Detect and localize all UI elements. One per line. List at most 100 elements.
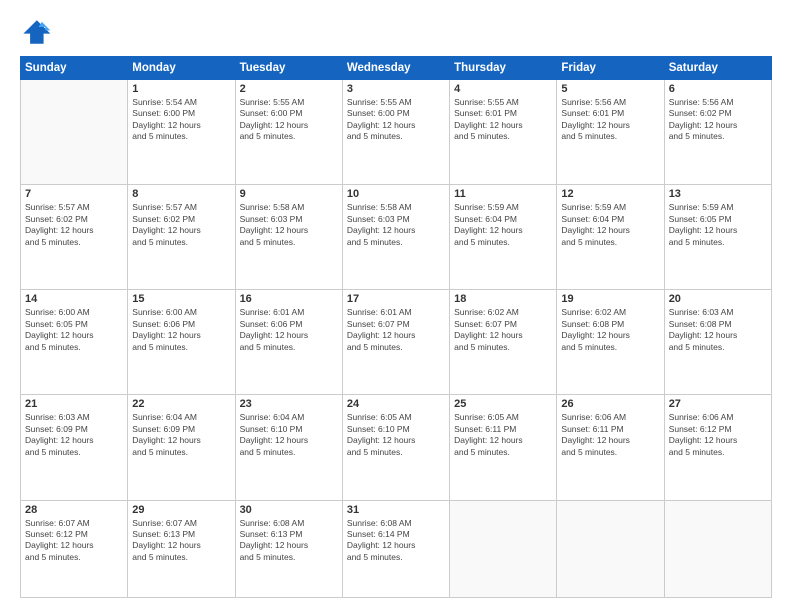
day-number: 2 — [240, 83, 338, 95]
calendar-cell: 19 Sunrise: 6:02 AM Sunset: 6:08 PM Dayli… — [557, 290, 664, 395]
day-info: Sunrise: 6:01 AM Sunset: 6:06 PM Dayligh… — [240, 307, 338, 353]
calendar-cell: 10 Sunrise: 5:58 AM Sunset: 6:03 PM Dayli… — [342, 185, 449, 290]
calendar-cell: 9 Sunrise: 5:58 AM Sunset: 6:03 PM Daylig… — [235, 185, 342, 290]
calendar-cell: 29 Sunrise: 6:07 AM Sunset: 6:13 PM Dayli… — [128, 500, 235, 598]
page: SundayMondayTuesdayWednesdayThursdayFrid… — [0, 0, 792, 612]
calendar-cell: 4 Sunrise: 5:55 AM Sunset: 6:01 PM Daylig… — [450, 80, 557, 185]
day-number: 1 — [132, 83, 230, 95]
weekday-header-friday: Friday — [557, 57, 664, 80]
day-number: 7 — [25, 188, 123, 200]
day-info: Sunrise: 6:03 AM Sunset: 6:09 PM Dayligh… — [25, 412, 123, 458]
day-number: 11 — [454, 188, 552, 200]
day-info: Sunrise: 6:02 AM Sunset: 6:08 PM Dayligh… — [561, 307, 659, 353]
day-info: Sunrise: 5:55 AM Sunset: 6:00 PM Dayligh… — [347, 97, 445, 143]
day-number: 14 — [25, 293, 123, 305]
day-info: Sunrise: 6:07 AM Sunset: 6:12 PM Dayligh… — [25, 518, 123, 564]
calendar-cell: 3 Sunrise: 5:55 AM Sunset: 6:00 PM Daylig… — [342, 80, 449, 185]
calendar-cell: 24 Sunrise: 6:05 AM Sunset: 6:10 PM Dayli… — [342, 395, 449, 500]
weekday-header-wednesday: Wednesday — [342, 57, 449, 80]
day-info: Sunrise: 5:58 AM Sunset: 6:03 PM Dayligh… — [347, 202, 445, 248]
calendar-week-2: 7 Sunrise: 5:57 AM Sunset: 6:02 PM Daylig… — [21, 185, 772, 290]
calendar-cell: 2 Sunrise: 5:55 AM Sunset: 6:00 PM Daylig… — [235, 80, 342, 185]
day-info: Sunrise: 6:07 AM Sunset: 6:13 PM Dayligh… — [132, 518, 230, 564]
day-number: 27 — [669, 398, 767, 410]
day-info: Sunrise: 5:57 AM Sunset: 6:02 PM Dayligh… — [132, 202, 230, 248]
day-info: Sunrise: 5:57 AM Sunset: 6:02 PM Dayligh… — [25, 202, 123, 248]
calendar-cell: 7 Sunrise: 5:57 AM Sunset: 6:02 PM Daylig… — [21, 185, 128, 290]
calendar-cell: 28 Sunrise: 6:07 AM Sunset: 6:12 PM Dayli… — [21, 500, 128, 598]
day-number: 12 — [561, 188, 659, 200]
day-info: Sunrise: 6:06 AM Sunset: 6:12 PM Dayligh… — [669, 412, 767, 458]
calendar-cell: 26 Sunrise: 6:06 AM Sunset: 6:11 PM Dayli… — [557, 395, 664, 500]
calendar-cell — [450, 500, 557, 598]
day-info: Sunrise: 5:55 AM Sunset: 6:01 PM Dayligh… — [454, 97, 552, 143]
calendar-cell: 20 Sunrise: 6:03 AM Sunset: 6:08 PM Dayli… — [664, 290, 771, 395]
calendar-cell: 15 Sunrise: 6:00 AM Sunset: 6:06 PM Dayli… — [128, 290, 235, 395]
day-info: Sunrise: 5:59 AM Sunset: 6:04 PM Dayligh… — [454, 202, 552, 248]
day-number: 8 — [132, 188, 230, 200]
day-number: 19 — [561, 293, 659, 305]
day-number: 26 — [561, 398, 659, 410]
calendar-cell: 18Sunrise: 6:02 AM Sunset: 6:07 PM Dayli… — [450, 290, 557, 395]
day-info: Sunrise: 6:03 AM Sunset: 6:08 PM Dayligh… — [669, 307, 767, 353]
logo-icon — [20, 18, 52, 46]
header — [20, 18, 772, 46]
day-number: 28 — [25, 504, 123, 516]
day-info: Sunrise: 5:58 AM Sunset: 6:03 PM Dayligh… — [240, 202, 338, 248]
day-info: Sunrise: 6:02 AM Sunset: 6:07 PM Dayligh… — [454, 307, 552, 353]
logo — [20, 18, 56, 46]
weekday-header-tuesday: Tuesday — [235, 57, 342, 80]
day-number: 4 — [454, 83, 552, 95]
day-number: 24 — [347, 398, 445, 410]
day-number: 10 — [347, 188, 445, 200]
day-info: Sunrise: 6:05 AM Sunset: 6:10 PM Dayligh… — [347, 412, 445, 458]
day-info: Sunrise: 5:55 AM Sunset: 6:00 PM Dayligh… — [240, 97, 338, 143]
calendar-cell: 25 Sunrise: 6:05 AM Sunset: 6:11 PM Dayli… — [450, 395, 557, 500]
calendar-cell: 1 Sunrise: 5:54 AM Sunset: 6:00 PM Daylig… — [128, 80, 235, 185]
calendar-week-1: 1 Sunrise: 5:54 AM Sunset: 6:00 PM Daylig… — [21, 80, 772, 185]
day-info: Sunrise: 5:56 AM Sunset: 6:01 PM Dayligh… — [561, 97, 659, 143]
day-number: 13 — [669, 188, 767, 200]
calendar-cell: 14 Sunrise: 6:00 AM Sunset: 6:05 PM Dayli… — [21, 290, 128, 395]
day-number: 29 — [132, 504, 230, 516]
day-info: Sunrise: 6:00 AM Sunset: 6:06 PM Dayligh… — [132, 307, 230, 353]
day-info: Sunrise: 5:59 AM Sunset: 6:05 PM Dayligh… — [669, 202, 767, 248]
weekday-header-row: SundayMondayTuesdayWednesdayThursdayFrid… — [21, 57, 772, 80]
calendar-cell: 31 Sunrise: 6:08 AM Sunset: 6:14 PM Dayli… — [342, 500, 449, 598]
calendar-week-5: 28 Sunrise: 6:07 AM Sunset: 6:12 PM Dayli… — [21, 500, 772, 598]
day-number: 21 — [25, 398, 123, 410]
day-number: 25 — [454, 398, 552, 410]
day-number: 15 — [132, 293, 230, 305]
day-number: 20 — [669, 293, 767, 305]
calendar-cell: 8 Sunrise: 5:57 AM Sunset: 6:02 PM Daylig… — [128, 185, 235, 290]
calendar-cell: 23Sunrise: 6:04 AM Sunset: 6:10 PM Dayli… — [235, 395, 342, 500]
day-info: Sunrise: 5:54 AM Sunset: 6:00 PM Dayligh… — [132, 97, 230, 143]
day-info: Sunrise: 6:05 AM Sunset: 6:11 PM Dayligh… — [454, 412, 552, 458]
day-number: 9 — [240, 188, 338, 200]
day-info: Sunrise: 6:04 AM Sunset: 6:09 PM Dayligh… — [132, 412, 230, 458]
calendar-table: SundayMondayTuesdayWednesdayThursdayFrid… — [20, 56, 772, 598]
day-number: 3 — [347, 83, 445, 95]
day-info: Sunrise: 5:59 AM Sunset: 6:04 PM Dayligh… — [561, 202, 659, 248]
day-number: 5 — [561, 83, 659, 95]
day-info: Sunrise: 6:01 AM Sunset: 6:07 PM Dayligh… — [347, 307, 445, 353]
day-info: Sunrise: 6:08 AM Sunset: 6:14 PM Dayligh… — [347, 518, 445, 564]
day-number: 16 — [240, 293, 338, 305]
day-info: Sunrise: 6:00 AM Sunset: 6:05 PM Dayligh… — [25, 307, 123, 353]
day-info: Sunrise: 6:06 AM Sunset: 6:11 PM Dayligh… — [561, 412, 659, 458]
calendar-cell: 17 Sunrise: 6:01 AM Sunset: 6:07 PM Dayli… — [342, 290, 449, 395]
weekday-header-monday: Monday — [128, 57, 235, 80]
calendar-cell: 22Sunrise: 6:04 AM Sunset: 6:09 PM Dayli… — [128, 395, 235, 500]
day-number: 6 — [669, 83, 767, 95]
calendar-cell: 30Sunrise: 6:08 AM Sunset: 6:13 PM Dayli… — [235, 500, 342, 598]
day-number: 17 — [347, 293, 445, 305]
calendar-cell — [664, 500, 771, 598]
weekday-header-sunday: Sunday — [21, 57, 128, 80]
calendar-cell: 27 Sunrise: 6:06 AM Sunset: 6:12 PM Dayli… — [664, 395, 771, 500]
calendar-cell — [557, 500, 664, 598]
weekday-header-saturday: Saturday — [664, 57, 771, 80]
day-number: 31 — [347, 504, 445, 516]
weekday-header-thursday: Thursday — [450, 57, 557, 80]
day-info: Sunrise: 6:08 AM Sunset: 6:13 PM Dayligh… — [240, 518, 338, 564]
calendar-cell: 21 Sunrise: 6:03 AM Sunset: 6:09 PM Dayli… — [21, 395, 128, 500]
